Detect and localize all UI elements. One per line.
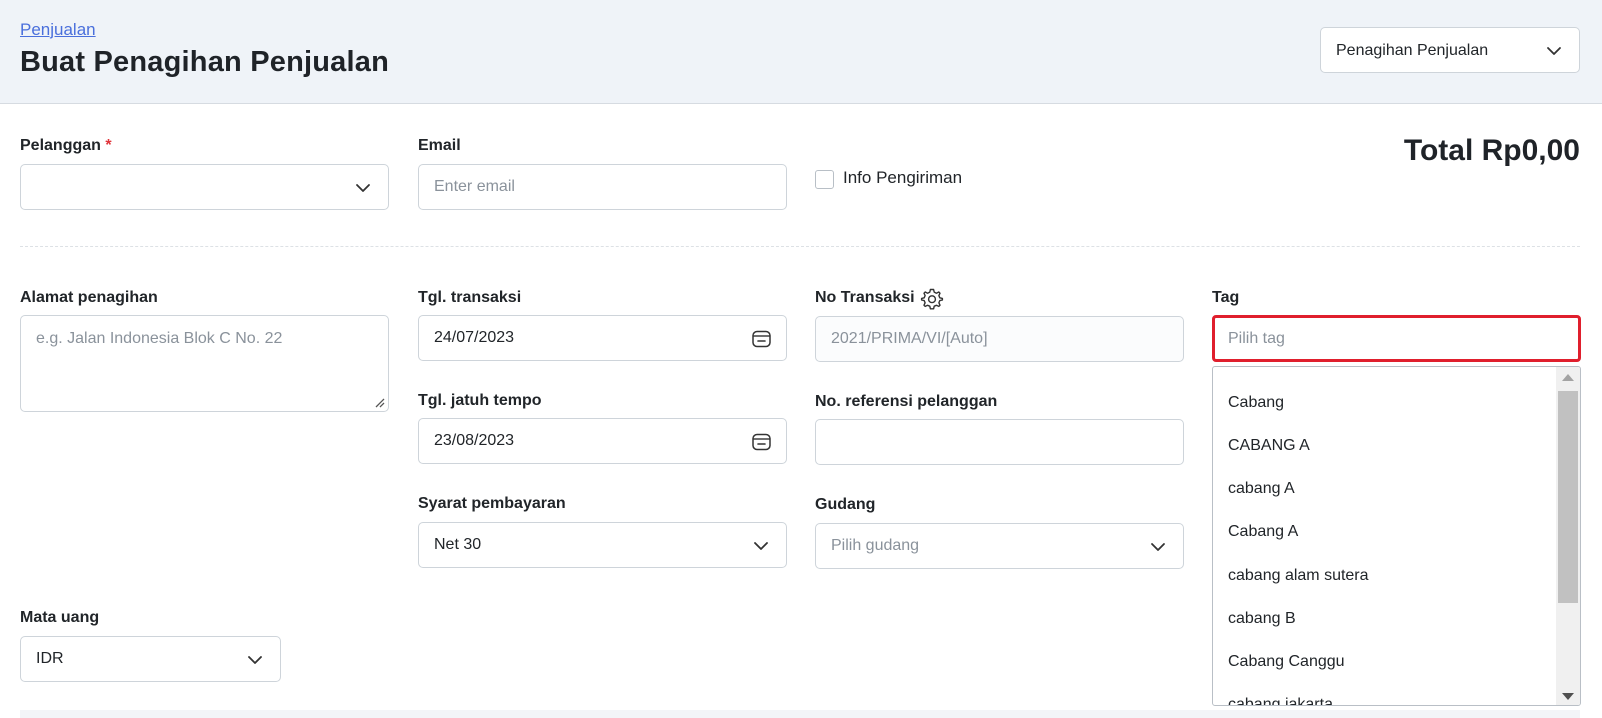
warehouse-placeholder: Pilih gudang [831,537,920,554]
tag-option[interactable]: cabang jakarta [1228,696,1333,705]
page-title: Buat Penagihan Penjualan [20,46,389,78]
customer-select[interactable] [20,164,389,210]
required-mark: * [105,137,112,154]
transaction-no-placeholder: 2021/PRIMA/VI/[Auto] [831,330,988,347]
shipping-info-checkbox[interactable] [815,170,834,189]
section-footer-strip [20,710,1580,718]
warehouse-label: Gudang [815,496,876,513]
payment-terms-select[interactable]: Net 30 [418,522,787,568]
scroll-down-arrow-icon[interactable] [1562,693,1574,700]
scrollbar-thumb[interactable] [1558,391,1578,603]
tag-placeholder: Pilih tag [1228,330,1285,347]
total-amount: Total Rp0,00 [1403,134,1580,167]
currency-select[interactable]: IDR [20,636,281,682]
tag-dropdown-list[interactable]: Cabang CABANG A cabang A Cabang A cabang… [1212,366,1581,706]
due-date-label: Tgl. jatuh tempo [418,392,542,409]
calendar-icon[interactable] [751,328,772,349]
document-type-select[interactable]: Penagihan Penjualan [1320,27,1580,73]
tag-input[interactable]: Pilih tag [1212,315,1581,362]
tag-option[interactable]: Cabang Canggu [1228,653,1345,671]
email-field[interactable]: Enter email [418,164,787,210]
tag-option[interactable]: cabang A [1228,480,1295,498]
chevron-down-icon [356,184,370,192]
billing-address-textarea[interactable]: e.g. Jalan Indonesia Blok C No. 22 [20,315,389,412]
payment-terms-label: Syarat pembayaran [418,495,566,512]
billing-address-label: Alamat penagihan [20,289,158,306]
tag-option[interactable]: cabang alam sutera [1228,567,1369,585]
customer-ref-label: No. referensi pelanggan [815,393,998,410]
customer-label: Pelanggan * [20,137,112,154]
transaction-no-label: No Transaksi [815,289,915,306]
currency-value: IDR [36,650,64,667]
calendar-icon[interactable] [751,431,772,452]
currency-label: Mata uang [20,609,100,626]
resize-handle-icon[interactable] [373,396,385,408]
tag-option[interactable]: cabang B [1228,610,1296,628]
chevron-down-icon [754,542,768,550]
chevron-down-icon [248,656,262,664]
tag-label: Tag [1212,289,1240,306]
customer-ref-field[interactable] [815,419,1184,465]
breadcrumb-link[interactable]: Penjualan [20,20,96,40]
tag-option[interactable]: CABANG A [1228,437,1310,455]
chevron-down-icon [1547,47,1561,55]
page-header: Penjualan Buat Penagihan Penjualan Penag… [0,0,1602,104]
tag-option[interactable]: Cabang A [1228,523,1298,541]
dropdown-scrollbar[interactable] [1556,367,1580,705]
due-date-value: 23/08/2023 [434,432,515,449]
gear-icon[interactable] [920,287,944,311]
email-label: Email [418,137,461,154]
billing-address-placeholder: e.g. Jalan Indonesia Blok C No. 22 [36,330,283,347]
transaction-date-value: 24/07/2023 [434,329,515,346]
tag-option[interactable]: Cabang [1228,394,1284,412]
document-type-value: Penagihan Penjualan [1336,42,1489,59]
transaction-date-label: Tgl. transaksi [418,289,522,306]
email-placeholder: Enter email [434,178,515,195]
transaction-date-field[interactable]: 24/07/2023 [418,315,787,361]
chevron-down-icon [1151,543,1165,551]
scroll-up-arrow-icon[interactable] [1562,374,1574,381]
section-divider [20,246,1580,247]
warehouse-select[interactable]: Pilih gudang [815,523,1184,569]
transaction-no-field[interactable]: 2021/PRIMA/VI/[Auto] [815,316,1184,362]
due-date-field[interactable]: 23/08/2023 [418,418,787,464]
payment-terms-value: Net 30 [434,536,482,553]
shipping-info-label[interactable]: Info Pengiriman [843,168,962,188]
